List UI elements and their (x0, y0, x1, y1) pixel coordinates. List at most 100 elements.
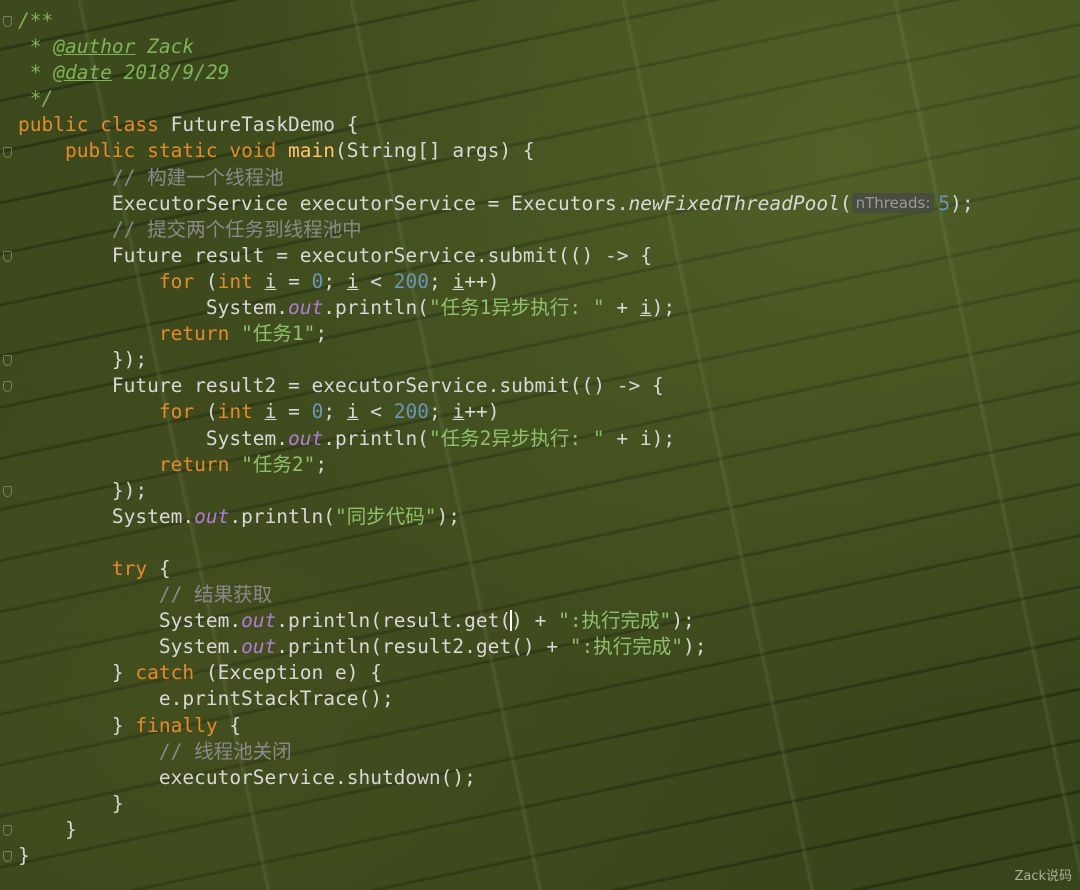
code-line[interactable]: public static void main(String[] args) { (18, 138, 974, 164)
static-field-token: out (288, 296, 324, 320)
code-line[interactable]: executorService.shutdown(); (18, 765, 974, 791)
code-line[interactable]: for (int i = 0; i < 200; i++) (18, 399, 974, 425)
code-text: ; (315, 452, 328, 476)
code-text: } (18, 844, 30, 867)
code-line[interactable]: // 构建一个线程池 (18, 165, 974, 191)
code-text: ; (323, 400, 347, 424)
string-literal: ":执行完成" (569, 635, 684, 659)
fold-marker-icon[interactable] (3, 851, 12, 863)
reassigned-variable-token: i (639, 296, 652, 320)
static-field-token: out (241, 635, 277, 659)
keyword-token: finally (135, 713, 218, 737)
code-text: ( (839, 191, 852, 215)
fold-marker-icon[interactable] (3, 381, 12, 393)
code-text: { (147, 556, 171, 580)
code-text: ; (429, 400, 453, 424)
code-line[interactable]: ExecutorService executorService = Execut… (18, 191, 974, 217)
code-line[interactable]: // 结果获取 (18, 582, 974, 608)
code-line[interactable]: Future result2 = executorService.submit(… (18, 373, 974, 399)
code-text: }); (18, 478, 148, 502)
comment-token: // 构建一个线程池 (111, 165, 284, 189)
code-line[interactable]: * @date 2018/9/29 (18, 60, 974, 86)
code-line[interactable]: try { (18, 556, 974, 582)
fold-marker-icon[interactable] (3, 250, 12, 262)
code-line[interactable]: for (int i = 0; i < 200; i++) (18, 269, 974, 295)
code-line[interactable]: public class FutureTaskDemo { (18, 112, 974, 138)
code-text: .println(result.get( (276, 609, 512, 633)
javadoc-token: * (18, 61, 54, 85)
code-line[interactable]: System.out.println("同步代码"); (18, 504, 974, 530)
watermark: Zack说码 (1014, 869, 1072, 884)
code-text: ) + (511, 609, 559, 633)
code-line[interactable]: System.out.println(result.get() + ":执行完成… (18, 608, 974, 634)
code-text: e.printStackTrace(); (18, 687, 394, 711)
code-line[interactable]: return "任务2"; (18, 452, 974, 478)
fold-marker-icon[interactable] (3, 485, 12, 497)
string-literal: ":执行完成" (558, 609, 672, 633)
code-text: System. (18, 609, 242, 633)
code-line[interactable]: System.out.println(result2.get() + ":执行完… (18, 634, 974, 660)
code-text: = (276, 400, 312, 424)
code-line[interactable]: } catch (Exception e) { (18, 660, 974, 686)
number-literal: 200 (393, 400, 430, 424)
javadoc-token: * (18, 35, 54, 59)
keyword-token: public class (18, 113, 159, 137)
code-line[interactable]: } (18, 843, 974, 869)
code-line[interactable]: System.out.println("任务1异步执行: " + i); (18, 295, 974, 321)
static-field-token: out (288, 426, 324, 450)
code-line[interactable]: }); (18, 478, 974, 504)
code-text: } (18, 661, 136, 685)
reassigned-variable-token: i (264, 400, 277, 424)
code-text: ; (315, 322, 328, 346)
code-text: } (18, 791, 124, 815)
code-text: + (604, 296, 640, 320)
code-editor[interactable]: /** * @author Zack * @date 2018/9/29 */p… (18, 8, 974, 869)
code-line[interactable]: System.out.println("任务2异步执行: " + i); (18, 426, 974, 452)
reassigned-variable-token: i (346, 269, 359, 293)
reassigned-variable-token: i (452, 269, 465, 293)
fold-marker-icon[interactable] (3, 825, 12, 837)
parameter-hint: nThreads: (851, 192, 935, 213)
fold-marker-icon[interactable] (3, 355, 12, 367)
code-line[interactable]: return "任务1"; (18, 321, 974, 347)
keyword-token: for (158, 400, 195, 424)
code-line[interactable]: } finally { (18, 713, 974, 739)
code-line[interactable]: */ (18, 86, 974, 112)
comment-token: // 结果获取 (158, 583, 273, 607)
code-text: FutureTaskDemo { (158, 113, 359, 137)
reassigned-variable-token: i (452, 400, 465, 424)
code-text: } (18, 817, 77, 841)
string-literal: "任务2异步执行: " (428, 426, 605, 450)
static-field-token: out (241, 609, 277, 633)
code-line[interactable]: // 提交两个任务到线程池中 (18, 217, 974, 243)
code-line[interactable]: // 线程池关闭 (18, 739, 974, 765)
fold-marker-icon[interactable] (3, 146, 12, 158)
code-text: ); (683, 635, 707, 659)
code-line[interactable]: e.printStackTrace(); (18, 686, 974, 712)
fold-marker-icon[interactable] (3, 16, 12, 27)
javadoc-tag: @date (53, 61, 112, 85)
static-method-token: newFixedThreadPool (628, 191, 840, 215)
code-text: { (217, 713, 242, 737)
code-line[interactable]: Future result = executorService.submit((… (18, 243, 974, 269)
code-text: ; (323, 269, 347, 293)
code-line[interactable]: * @author Zack (18, 34, 974, 60)
code-line[interactable] (18, 530, 974, 556)
code-line[interactable]: /** (18, 8, 974, 34)
code-line[interactable]: } (18, 817, 974, 843)
code-text: < (358, 400, 394, 424)
code-line[interactable]: } (18, 791, 974, 817)
code-line[interactable]: }); (18, 347, 974, 373)
code-text: System. (18, 296, 289, 320)
